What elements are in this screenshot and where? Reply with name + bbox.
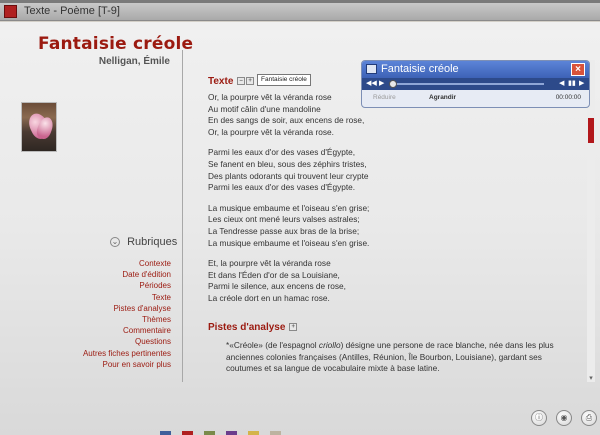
- collapse-icon[interactable]: –: [237, 77, 246, 86]
- color-swatch: [248, 431, 259, 435]
- expand-icon[interactable]: +: [289, 323, 298, 332]
- progress-knob[interactable]: [389, 80, 397, 88]
- color-swatch: [226, 431, 237, 435]
- player-icon: [366, 64, 377, 74]
- poem-line: La musique embaume et l'oiseau s'en gris…: [208, 237, 370, 248]
- volume-up-icon[interactable]: ▶: [579, 80, 584, 88]
- stanza: La musique embaume et l'oiseau s'en gris…: [208, 203, 583, 249]
- vertical-scrollbar[interactable]: ▾: [587, 60, 595, 382]
- reduire-button[interactable]: Réduire: [373, 94, 396, 101]
- player-time: 00:00:00: [555, 94, 581, 101]
- player-title: Fantaisie créole: [381, 63, 459, 75]
- nav-item-pistes-analyse[interactable]: Pistes d'analyse: [40, 303, 171, 314]
- nav-item-commentaire[interactable]: Commentaire: [40, 325, 171, 336]
- poem-line: La créole dort en un hamac rose.: [208, 292, 330, 303]
- rewind-icon[interactable]: ◀◀: [366, 80, 377, 88]
- flower-thumbnail-image: [21, 102, 57, 152]
- poem-line: Or, la pourpre vêt la véranda rose.: [208, 126, 334, 137]
- texte-heading: Texte – +: [208, 76, 255, 87]
- creole-footnote: *«Créole» (de l'espagnol criollo) désign…: [226, 340, 578, 375]
- poem-line: Parmi les eaux d'or des vases d'Égypte.: [208, 182, 356, 193]
- poem-title: Fantaisie créole: [38, 34, 194, 54]
- player-title-bar: Fantaisie créole ×: [362, 61, 589, 78]
- nav-item-date-edition[interactable]: Date d'édition: [40, 269, 171, 280]
- audio-player: Fantaisie créole × ◀◀ ▶ ◀ ▮▮ ▶ Réduire A…: [361, 60, 590, 108]
- nav-item-texte[interactable]: Texte: [40, 292, 171, 303]
- print-icon[interactable]: ⎙: [581, 410, 597, 426]
- color-swatch: [204, 431, 215, 435]
- stanza: Parmi les eaux d'or des vases d'Égypte, …: [208, 147, 583, 193]
- sound-icon[interactable]: ◉: [556, 410, 572, 426]
- window-title: Texte - Poème [T-9]: [24, 5, 120, 17]
- poem-line: Parmi les eaux d'or des vases d'Égypte,: [208, 147, 356, 158]
- poem-line: En des sangs de soir, aux encens de rose…: [208, 115, 365, 126]
- nav-item-themes[interactable]: Thèmes: [40, 314, 171, 325]
- rubriques-nav: Contexte Date d'édition Périodes Texte P…: [40, 258, 171, 370]
- footnote-italic-term: criollo: [318, 340, 341, 350]
- player-controls: ◀◀ ▶ ◀ ▮▮ ▶: [362, 78, 589, 90]
- progress-track[interactable]: [392, 83, 544, 85]
- agrandir-button[interactable]: Agrandir: [429, 94, 456, 101]
- footnote-prefix: *«Créole» (de l'espagnol: [226, 340, 319, 350]
- color-swatch: [182, 431, 193, 435]
- nav-item-autres-fiches[interactable]: Autres fiches pertinentes: [40, 348, 171, 359]
- poem-text: Or, la pourpre vêt la véranda rose Au mo…: [208, 92, 583, 314]
- scrollbar-thumb[interactable]: [588, 118, 594, 143]
- nav-item-pour-en-savoir-plus[interactable]: Pour en savoir plus: [40, 359, 171, 370]
- close-icon[interactable]: ×: [571, 63, 585, 76]
- color-swatch: [160, 431, 171, 435]
- rubriques-label: Rubriques: [127, 236, 178, 248]
- poem-author: Nelligan, Émile: [98, 56, 170, 67]
- poem-tag[interactable]: Fantaisie créole: [257, 74, 311, 86]
- rubriques-toggle[interactable]: ⌄ Rubriques: [110, 236, 177, 248]
- chevron-down-icon: ⌄: [110, 237, 120, 248]
- divider: [182, 50, 183, 382]
- color-swatch: [270, 431, 281, 435]
- volume-down-icon[interactable]: ◀: [559, 80, 564, 88]
- poem-line: Et, la pourpre vêt la véranda rose: [208, 258, 331, 269]
- texte-heading-label: Texte: [208, 76, 234, 87]
- app-icon: [4, 5, 17, 18]
- poem-line: Et dans l'Éden d'or de sa Louisiane,: [208, 269, 340, 280]
- poem-line: La musique embaume et l'oiseau s'en gris…: [208, 202, 370, 213]
- poem-line: Parmi le silence, aux encens de rose,: [208, 281, 346, 292]
- scroll-down-icon[interactable]: ▾: [587, 374, 595, 382]
- volume-bar-icon[interactable]: ▮▮: [568, 80, 576, 88]
- stanza: Et, la pourpre vêt la véranda rose Et da…: [208, 258, 583, 304]
- poem-line: Des plants odorants qui trouvent leur cr…: [208, 170, 369, 181]
- nav-item-contexte[interactable]: Contexte: [40, 258, 171, 269]
- pistes-heading: Pistes d'analyse +: [208, 322, 298, 333]
- nav-item-periodes[interactable]: Périodes: [40, 280, 171, 291]
- play-icon[interactable]: ▶: [379, 80, 384, 88]
- poem-line: La Tendresse passe aux bras de la brise;: [208, 225, 360, 236]
- info-icon[interactable]: ⓘ: [531, 410, 547, 426]
- nav-item-questions[interactable]: Questions: [40, 336, 171, 347]
- poem-line: Se fanent en bleu, sous des zéphirs tris…: [208, 158, 367, 169]
- player-footer: Réduire Agrandir 00:00:00: [362, 90, 589, 107]
- poem-line: Les cieux ont mené leurs valses astrales…: [208, 214, 360, 225]
- title-bar: Texte - Poème [T-9]: [0, 3, 600, 21]
- pistes-heading-label: Pistes d'analyse: [208, 322, 286, 333]
- expand-icon[interactable]: +: [246, 77, 255, 86]
